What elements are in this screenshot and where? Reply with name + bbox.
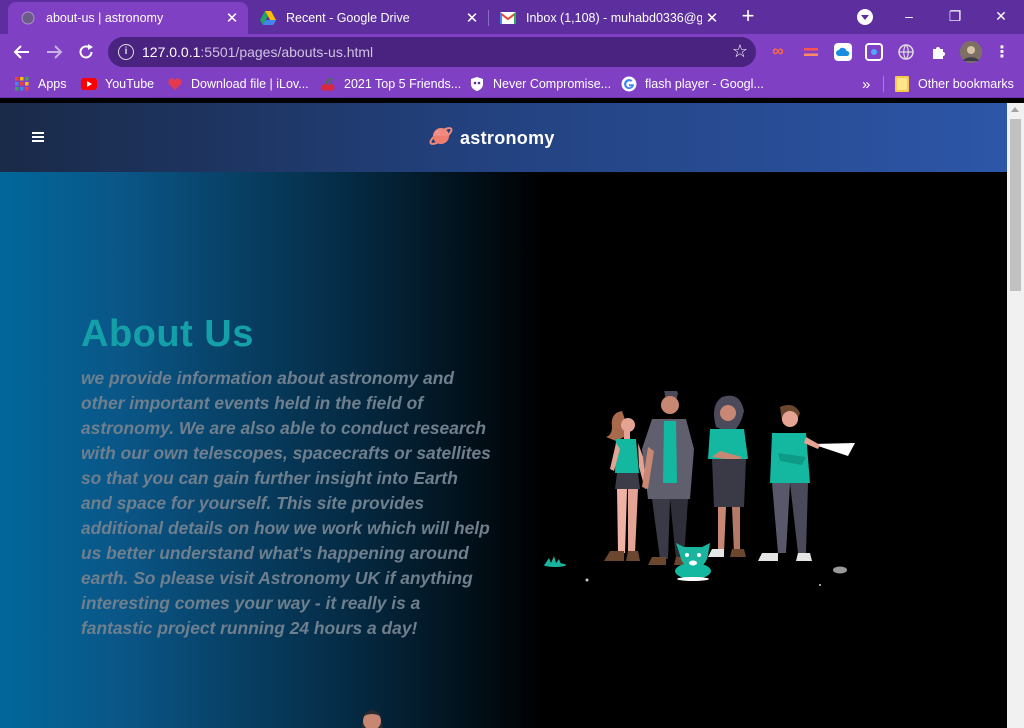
close-tab-icon[interactable]: ✕ [702, 9, 722, 27]
scrollbar-thumb[interactable] [1010, 119, 1021, 291]
person-man-center-left [642, 391, 694, 565]
apps-grid-icon [14, 76, 30, 92]
team-illustration [544, 391, 855, 586]
back-button[interactable] [10, 40, 34, 64]
equals-extension-icon[interactable] [802, 43, 820, 61]
tab-search-icon[interactable] [857, 9, 873, 25]
bookmark-label: Download file | iLov... [191, 77, 309, 91]
vpn-extension-icon[interactable] [897, 43, 915, 61]
minimize-button[interactable]: – [886, 4, 932, 30]
site-info-icon[interactable]: i [118, 44, 134, 60]
menu-kebab-icon[interactable]: ⋮ [993, 43, 1011, 61]
youtube-icon [81, 76, 97, 92]
bookmark-apps[interactable]: Apps [14, 75, 67, 93]
bookmarks-divider [883, 76, 884, 92]
other-bookmarks-folder[interactable]: Other bookmarks [894, 75, 1014, 93]
site-navbar: astronomy [0, 103, 1007, 172]
scroll-up-arrow-icon[interactable] [1011, 107, 1019, 112]
about-hero-section: About Us we provide information about as… [0, 172, 1007, 728]
grass-tuft-icon [544, 556, 566, 567]
about-description: we provide information about astronomy a… [81, 368, 491, 638]
google-icon [621, 76, 637, 92]
tab-gmail[interactable]: Inbox (1,108) - muhabd0336@gm ✕ [488, 2, 728, 34]
heart-icon [167, 76, 183, 92]
reload-button[interactable] [74, 40, 98, 64]
person-man-right [758, 405, 820, 561]
site-logo[interactable]: astronomy [428, 123, 555, 153]
hamburger-menu-icon[interactable] [32, 132, 44, 142]
bookmark-never-compromise[interactable]: Never Compromise... [469, 75, 611, 93]
google-drive-icon [260, 10, 276, 26]
address-url: 127.0.0.1:5501/pages/abouts-us.html [142, 44, 374, 60]
close-window-button[interactable]: ✕ [978, 4, 1024, 30]
bookmark-label: 2021 Top 5 Friends... [344, 77, 462, 91]
screen-extension-icon[interactable] [865, 43, 883, 61]
tab-title: Recent - Google Drive [286, 11, 410, 25]
bookmarks-overflow-button[interactable]: » [862, 75, 870, 93]
globe-icon [20, 10, 36, 26]
cherries-icon [320, 76, 336, 92]
tab-about-us[interactable]: about-us | astronomy ✕ [8, 2, 248, 34]
bookmarks-bar: Apps YouTube Download file | iLov... 202… [0, 70, 1024, 98]
person-woman-center-right [708, 395, 748, 557]
bookmark-youtube[interactable]: YouTube [81, 75, 154, 93]
infinity-extension-icon[interactable]: ∞ [769, 43, 787, 61]
new-tab-button[interactable]: + [736, 5, 760, 29]
bookmark-label: YouTube [105, 77, 155, 91]
tab-title: Inbox (1,108) - muhabd0336@gm [526, 11, 702, 25]
bookmark-label: Never Compromise... [493, 77, 612, 91]
logo-text: astronomy [460, 127, 555, 148]
bookmark-label: Apps [38, 77, 67, 91]
folder-icon [894, 76, 910, 92]
tab-title: about-us | astronomy [46, 11, 164, 25]
bookmark-flash-player[interactable]: flash player - Googl... [621, 75, 764, 93]
browser-toolbar: i 127.0.0.1:5501/pages/abouts-us.html ☆ … [0, 34, 1024, 70]
page-viewport: astronomy About Us we provide informatio… [0, 103, 1007, 728]
page-scrollbar[interactable] [1007, 103, 1024, 728]
mask-icon [469, 76, 485, 92]
other-bookmarks-label: Other bookmarks [918, 77, 1014, 91]
forward-button[interactable] [42, 40, 66, 64]
profile-avatar[interactable] [960, 41, 982, 63]
bookmark-label: flash player - Googl... [645, 77, 764, 91]
bookmark-download-file[interactable]: Download file | iLov... [167, 75, 309, 93]
tab-google-drive[interactable]: Recent - Google Drive ✕ [248, 2, 488, 34]
bookmark-top-5-friends[interactable]: 2021 Top 5 Friends... [320, 75, 461, 93]
restore-button[interactable]: ❐ [932, 4, 978, 30]
page-title: About Us [81, 313, 254, 355]
bookmark-star-icon[interactable]: ☆ [732, 41, 748, 62]
browser-tab-strip: about-us | astronomy ✕ Recent - Google D… [0, 0, 1024, 34]
cloud-extension-icon[interactable] [834, 43, 852, 61]
gmail-icon [500, 10, 516, 26]
close-tab-icon[interactable]: ✕ [462, 9, 482, 27]
close-tab-icon[interactable]: ✕ [222, 9, 242, 27]
avatar-peek-illustration [361, 710, 383, 728]
address-bar[interactable]: i 127.0.0.1:5501/pages/abouts-us.html ☆ [108, 37, 756, 67]
puzzle-extensions-icon[interactable] [929, 43, 947, 61]
planet-icon [428, 123, 454, 154]
